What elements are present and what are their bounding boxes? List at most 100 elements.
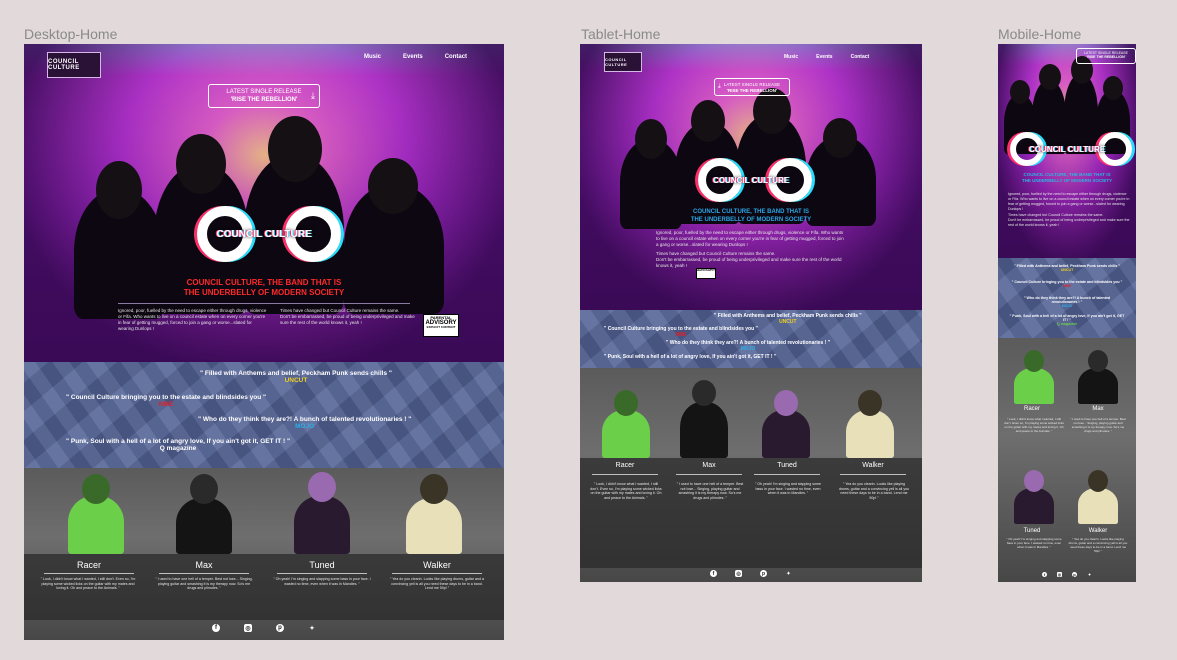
twitter-icon[interactable]: ✦ [308, 624, 316, 632]
facebook-icon[interactable]: f [1042, 572, 1047, 577]
quote-source: NME [158, 401, 174, 408]
member-quote-max: " I used to have one hell of a temper. B… [155, 577, 253, 591]
bio: Ignored, poor, fuelled by the need to es… [1008, 192, 1130, 228]
tagline: COUNCIL CULTURE, THE BAND THAT IS THE UN… [1002, 172, 1132, 183]
latest-release-button[interactable]: LATEST SINGLE RELEASE 'RISE THE REBELLIO… [1076, 48, 1136, 64]
quote-text: " Punk, Soul with a hell of a lot of ang… [66, 438, 291, 445]
mobile-frame-label: Mobile-Home [998, 26, 1082, 42]
members-section: Racer Max " Look, I didn't know what I w… [998, 338, 1136, 582]
member-figure-racer [68, 474, 124, 554]
member-figure-walker [1078, 470, 1118, 524]
member-name-racer: Racer [615, 462, 635, 469]
member-figure-max [680, 380, 728, 458]
members-section: Q magazine Racer Max Tuned Walker " Look… [580, 368, 922, 582]
member-figure-tuned [1014, 470, 1054, 524]
members-section: Racer Max Tuned Walker " Look, I didn't … [24, 468, 504, 640]
tagline-line-2: THE UNDERBELLY OF MODERN SOCIETY [690, 216, 812, 223]
tagline-line-2: THE UNDERBELLY OF MODERN SOCIETY [183, 288, 345, 297]
nav-contact[interactable]: Contact [445, 54, 467, 60]
tagline-line-2: THE UNDERBELLY OF MODERN SOCIETY [1021, 177, 1113, 183]
band-logo: COUNCIL CULTURE [692, 158, 812, 202]
member-name-racer: Racer [1023, 406, 1040, 412]
member-name-tuned: Tuned [1023, 528, 1041, 534]
nav-contact[interactable]: Contact [851, 54, 870, 60]
member-figure-racer [1014, 350, 1054, 404]
tablet-frame-label: Tablet-Home [581, 26, 661, 42]
tagline: COUNCIL CULTURE, THE BAND THAT IS THE UN… [114, 278, 414, 298]
advisory-line-3: EXPLICIT CONTENT [426, 325, 456, 330]
quote-text: " Who do they think they are?! A bunch o… [1023, 296, 1111, 304]
main-nav: Music Events Contact [364, 54, 467, 60]
release-title: 'RISE THE REBELLION' [230, 96, 298, 103]
quote-1: " Filled with Anthems and belief, Peckha… [200, 370, 392, 384]
quote-source: UNCUT [1060, 268, 1074, 272]
member-quote-tuned: " Oh yeah! I'm singing and slapping some… [1006, 537, 1062, 549]
instagram-icon[interactable]: ◎ [244, 624, 252, 632]
advisory-line-2: ADVISORY [697, 268, 716, 272]
tagline: COUNCIL CULTURE, THE BAND THAT IS THE UN… [651, 209, 851, 224]
quote-text: " Filled with Anthems and belief, Peckha… [200, 370, 392, 377]
instagram-icon[interactable]: ◎ [735, 570, 742, 577]
nav-events[interactable]: Events [403, 54, 423, 60]
pinterest-icon[interactable]: p [276, 624, 284, 632]
quote-source: NME [675, 332, 687, 338]
bio-paragraph-3: Don't be embarrassed, be proud of being … [656, 257, 842, 269]
release-title: 'RISE THE REBELLION' [726, 87, 778, 93]
header-logo[interactable]: COUNCIL CULTURE [604, 52, 642, 72]
tablet-frame: COUNCIL CULTURE Music Events Contact LAT… [580, 44, 922, 582]
mobile-frame: LATEST SINGLE RELEASE 'RISE THE REBELLIO… [998, 44, 1136, 582]
bio: Ignored, poor, fuelled by the need to es… [656, 230, 846, 269]
quote-source: UNCUT [779, 319, 797, 325]
quote-2: " Council Culture bringing you to the es… [1002, 280, 1132, 288]
member-figure-max [1078, 350, 1118, 404]
main-nav: Music Events Contact [784, 54, 869, 60]
quote-source: Q magazine [159, 445, 197, 452]
member-quote-walker: " Yea do you clearin. Looks like playing… [390, 577, 484, 591]
desktop-frame: COUNCIL CULTURE Music Events Contact LAT… [24, 44, 504, 640]
nav-music[interactable]: Music [784, 54, 798, 60]
bio-paragraph-3: Don't be embarrassed, be proud of being … [1008, 218, 1130, 228]
member-name-max: Max [702, 462, 716, 469]
tagline-line-1: COUNCIL CULTURE, THE BAND THAT IS [186, 278, 342, 287]
twitter-icon[interactable]: ✦ [1087, 572, 1092, 577]
nav-music[interactable]: Music [364, 54, 381, 60]
parental-advisory-badge: PARENTAL ADVISORY EXPLICIT CONTENT [423, 314, 459, 337]
hero-section: COUNCIL CULTURE Music Events Contact LAT… [580, 44, 922, 310]
quote-source: Q magazine [1056, 322, 1078, 326]
pinterest-icon[interactable]: p [1072, 572, 1077, 577]
bio-paragraph-1: Ignored, poor, fuelled by the need to es… [118, 308, 267, 332]
member-figure-max [176, 474, 232, 554]
twitter-icon[interactable]: ✦ [785, 570, 792, 577]
member-name-walker: Walker [1088, 528, 1108, 534]
quote-4: " Punk, Soul with a hell of a lot of ang… [66, 438, 290, 452]
facebook-icon[interactable]: f [710, 570, 717, 577]
bio-paragraph-3: Don't be embarrassed, be proud of being … [280, 314, 415, 326]
desktop-frame-label: Desktop-Home [24, 26, 118, 42]
instagram-icon[interactable]: ◎ [1057, 572, 1062, 577]
social-footer: f ◎ p ✦ [580, 570, 922, 577]
header-logo[interactable]: COUNCIL CULTURE [47, 52, 101, 78]
quote-source: NME [1063, 284, 1071, 288]
press-quotes-section: " Filled with Anthems and belief, Peckha… [580, 310, 922, 368]
parental-advisory-badge: ADVISORY [696, 268, 716, 279]
member-quote-max: " I used to have one hell of a temper. B… [676, 482, 744, 501]
nav-events[interactable]: Events [816, 54, 832, 60]
bio-paragraph-1: Ignored, poor, fuelled by the need to es… [656, 230, 844, 248]
social-footer: f ◎ p ✦ [24, 624, 504, 632]
band-logo-text: COUNCIL CULTURE [1028, 144, 1106, 154]
facebook-icon[interactable]: f [212, 624, 220, 632]
quote-text: " Punk, Soul with a hell of a lot of ang… [1009, 314, 1125, 322]
quote-1: " Filled with Anthems and belief, Peckha… [714, 313, 862, 325]
latest-release-button[interactable]: LATEST SINGLE RELEASE 'RISE THE REBELLIO… [208, 84, 320, 108]
quote-2: " Council Culture bringing you to the es… [604, 326, 758, 338]
press-quotes-section: " Filled with Anthems and belief, Peckha… [24, 362, 504, 468]
quote-text: " Council Culture bringing you to the es… [66, 394, 267, 401]
member-quote-racer: " Look, I didn't know what I wanted, I s… [590, 482, 662, 501]
pinterest-icon[interactable]: p [760, 570, 767, 577]
quote-4: " Punk, Soul with a hell of a lot of ang… [604, 354, 776, 360]
release-label: LATEST SINGLE RELEASE [723, 82, 781, 87]
hero-section: LATEST SINGLE RELEASE 'RISE THE REBELLIO… [998, 44, 1136, 258]
quote-3: " Who do they think they are?! A bunch o… [1012, 296, 1122, 308]
band-logo-text: COUNCIL CULTURE [216, 228, 312, 240]
latest-release-button[interactable]: LATEST SINGLE RELEASE 'RISE THE REBELLIO… [714, 78, 790, 96]
